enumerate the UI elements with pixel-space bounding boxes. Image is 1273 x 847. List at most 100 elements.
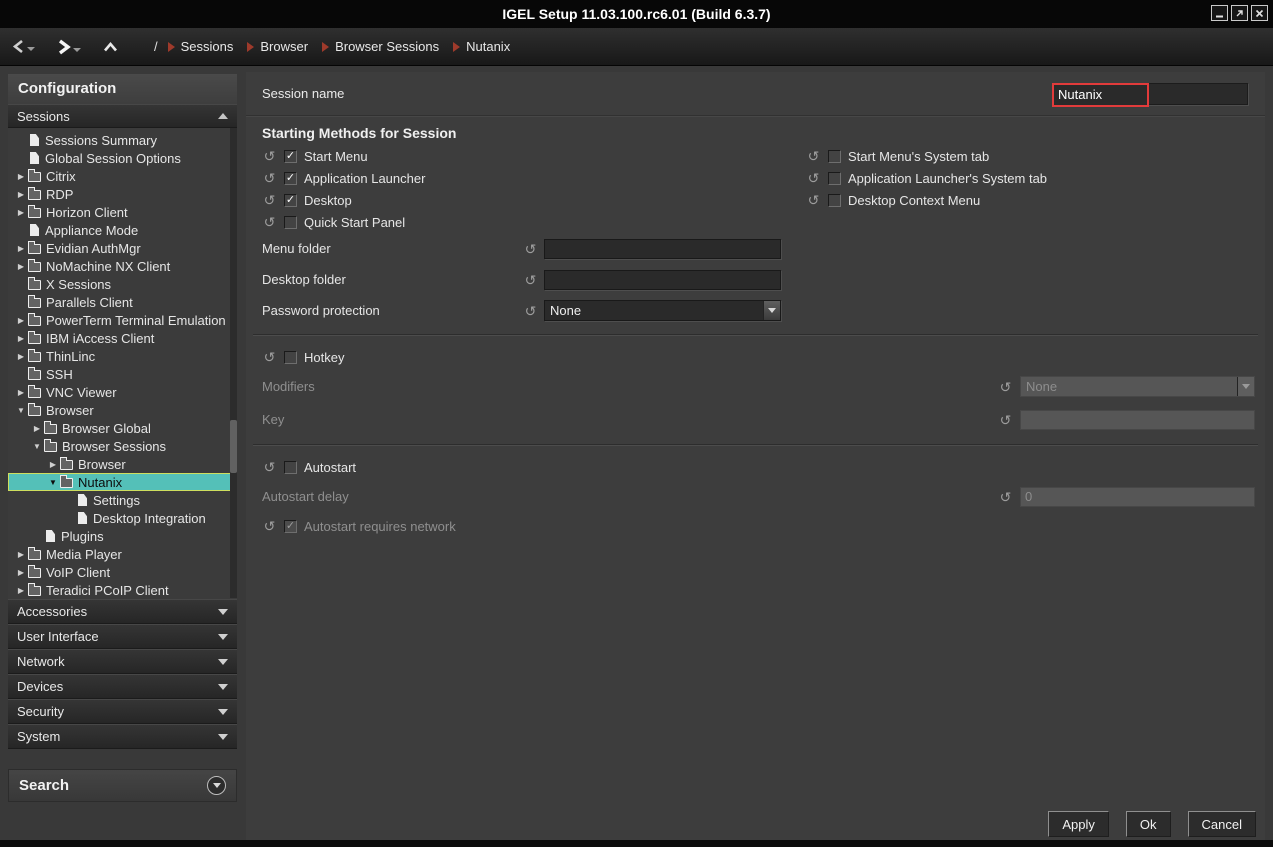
- tree-item-thinlinc[interactable]: ▶ThinLinc: [8, 347, 237, 365]
- apply-button[interactable]: Apply: [1048, 811, 1109, 837]
- expand-icon[interactable]: ▶: [14, 388, 28, 397]
- checkbox-hotkey[interactable]: [284, 351, 297, 364]
- section-header-security[interactable]: Security: [8, 699, 237, 724]
- tree-item-powerterm-terminal-emulation[interactable]: ▶PowerTerm Terminal Emulation: [8, 311, 237, 329]
- expand-icon[interactable]: ▶: [14, 586, 28, 595]
- tree-item-browser-global[interactable]: ▶Browser Global: [8, 419, 237, 437]
- expand-icon[interactable]: ▶: [14, 550, 28, 559]
- expand-icon[interactable]: ▶: [14, 316, 28, 325]
- reset-icon[interactable]: ↺: [806, 149, 821, 163]
- expand-icon[interactable]: ▶: [14, 190, 28, 199]
- section-header-sessions[interactable]: Sessions: [8, 104, 237, 128]
- tree-item-voip-client[interactable]: ▶VoIP Client: [8, 563, 237, 581]
- reset-icon[interactable]: ↺: [262, 171, 277, 185]
- back-history-dropdown-icon[interactable]: [27, 47, 35, 51]
- reset-icon[interactable]: ↺: [998, 490, 1013, 504]
- checkbox-desktop-context-menu[interactable]: [828, 194, 841, 207]
- close-button[interactable]: [1251, 5, 1268, 21]
- expand-icon[interactable]: ▶: [14, 568, 28, 577]
- tree-item-appliance-mode[interactable]: Appliance Mode: [8, 221, 237, 239]
- checkbox-application-launcher-s-system-tab[interactable]: [828, 172, 841, 185]
- ok-button[interactable]: Ok: [1126, 811, 1171, 837]
- desktop-folder-input[interactable]: [544, 270, 781, 290]
- tree-item-media-player[interactable]: ▶Media Player: [8, 545, 237, 563]
- reset-icon[interactable]: ↺: [262, 519, 277, 533]
- checkbox-autostart[interactable]: [284, 461, 297, 474]
- tree-item-nutanix[interactable]: ▼Nutanix: [8, 473, 237, 491]
- reset-icon[interactable]: ↺: [262, 193, 277, 207]
- reset-icon[interactable]: ↺: [262, 215, 277, 229]
- expand-icon[interactable]: ▶: [30, 424, 44, 433]
- reset-icon[interactable]: ↺: [262, 350, 277, 364]
- section-header-user-interface[interactable]: User Interface: [8, 624, 237, 649]
- checkbox-quick-start-panel[interactable]: [284, 216, 297, 229]
- checkbox-application-launcher[interactable]: [284, 172, 297, 185]
- section-header-accessories[interactable]: Accessories: [8, 599, 237, 624]
- reset-icon[interactable]: ↺: [806, 193, 821, 207]
- checkbox-start-menu[interactable]: [284, 150, 297, 163]
- tree-item-settings[interactable]: Settings: [8, 491, 237, 509]
- search-panel[interactable]: Search: [8, 769, 237, 802]
- checkbox-start-menu-s-system-tab[interactable]: [828, 150, 841, 163]
- tree-item-sessions-summary[interactable]: Sessions Summary: [8, 131, 237, 149]
- maximize-button[interactable]: [1231, 5, 1248, 21]
- tree-item-desktop-integration[interactable]: Desktop Integration: [8, 509, 237, 527]
- reset-icon[interactable]: ↺: [998, 413, 1013, 427]
- session-name-input[interactable]: Nutanix: [1052, 83, 1149, 107]
- section-header-devices[interactable]: Devices: [8, 674, 237, 699]
- dropdown-button[interactable]: [763, 301, 780, 320]
- tree-item-browser[interactable]: ▼Browser: [8, 401, 237, 419]
- tree-item-ssh[interactable]: SSH: [8, 365, 237, 383]
- expand-icon[interactable]: ▶: [14, 208, 28, 217]
- tree-item-teradici-pcoip-client[interactable]: ▶Teradici PCoIP Client: [8, 581, 237, 599]
- forward-history-dropdown-icon[interactable]: [73, 48, 81, 52]
- tree-item-plugins[interactable]: Plugins: [8, 527, 237, 545]
- expand-icon[interactable]: ▶: [14, 244, 28, 253]
- breadcrumb-item-sessions[interactable]: Sessions: [168, 39, 234, 54]
- search-expand-button[interactable]: [207, 776, 226, 795]
- tree-item-browser-sessions[interactable]: ▼Browser Sessions: [8, 437, 237, 455]
- reset-icon[interactable]: ↺: [262, 149, 277, 163]
- sidebar-scrollbar[interactable]: [230, 128, 237, 598]
- expand-icon[interactable]: ▶: [14, 172, 28, 181]
- reset-icon[interactable]: ↺: [806, 171, 821, 185]
- scrollbar-thumb[interactable]: [230, 420, 237, 473]
- expand-icon[interactable]: ▶: [14, 352, 28, 361]
- reset-icon[interactable]: ↺: [523, 242, 538, 256]
- back-button[interactable]: [12, 39, 25, 54]
- tree-item-horizon-client[interactable]: ▶Horizon Client: [8, 203, 237, 221]
- tree-item-rdp[interactable]: ▶RDP: [8, 185, 237, 203]
- reset-icon[interactable]: ↺: [998, 380, 1013, 394]
- menu-folder-input[interactable]: [544, 239, 781, 259]
- breadcrumb-item-browser-sessions[interactable]: Browser Sessions: [322, 39, 439, 54]
- expand-icon[interactable]: ▶: [14, 334, 28, 343]
- collapse-icon[interactable]: ▼: [46, 478, 60, 487]
- expand-icon[interactable]: ▶: [14, 262, 28, 271]
- reset-icon[interactable]: ↺: [523, 273, 538, 287]
- tree-item-parallels-client[interactable]: Parallels Client: [8, 293, 237, 311]
- breadcrumb-item-browser[interactable]: Browser: [247, 39, 308, 54]
- breadcrumb-root[interactable]: /: [154, 39, 158, 54]
- checkbox-desktop[interactable]: [284, 194, 297, 207]
- section-header-network[interactable]: Network: [8, 649, 237, 674]
- tree-item-nomachine-nx-client[interactable]: ▶NoMachine NX Client: [8, 257, 237, 275]
- up-button[interactable]: [103, 41, 118, 53]
- session-name-field[interactable]: Nutanix: [1052, 83, 1248, 105]
- collapse-icon[interactable]: ▼: [14, 406, 28, 415]
- tree-item-citrix[interactable]: ▶Citrix: [8, 167, 237, 185]
- password-protection-select[interactable]: None: [544, 300, 781, 321]
- collapse-icon[interactable]: ▼: [30, 442, 44, 451]
- tree-item-x-sessions[interactable]: X Sessions: [8, 275, 237, 293]
- expand-icon[interactable]: ▶: [46, 460, 60, 469]
- breadcrumb-item-nutanix[interactable]: Nutanix: [453, 39, 510, 54]
- tree-item-global-session-options[interactable]: Global Session Options: [8, 149, 237, 167]
- section-header-system[interactable]: System: [8, 724, 237, 749]
- minimize-button[interactable]: [1211, 5, 1228, 21]
- tree-item-browser[interactable]: ▶Browser: [8, 455, 237, 473]
- forward-button[interactable]: [57, 39, 71, 55]
- reset-icon[interactable]: ↺: [523, 304, 538, 318]
- tree-item-ibm-iaccess-client[interactable]: ▶IBM iAccess Client: [8, 329, 237, 347]
- cancel-button[interactable]: Cancel: [1188, 811, 1256, 837]
- reset-icon[interactable]: ↺: [262, 460, 277, 474]
- tree-item-vnc-viewer[interactable]: ▶VNC Viewer: [8, 383, 237, 401]
